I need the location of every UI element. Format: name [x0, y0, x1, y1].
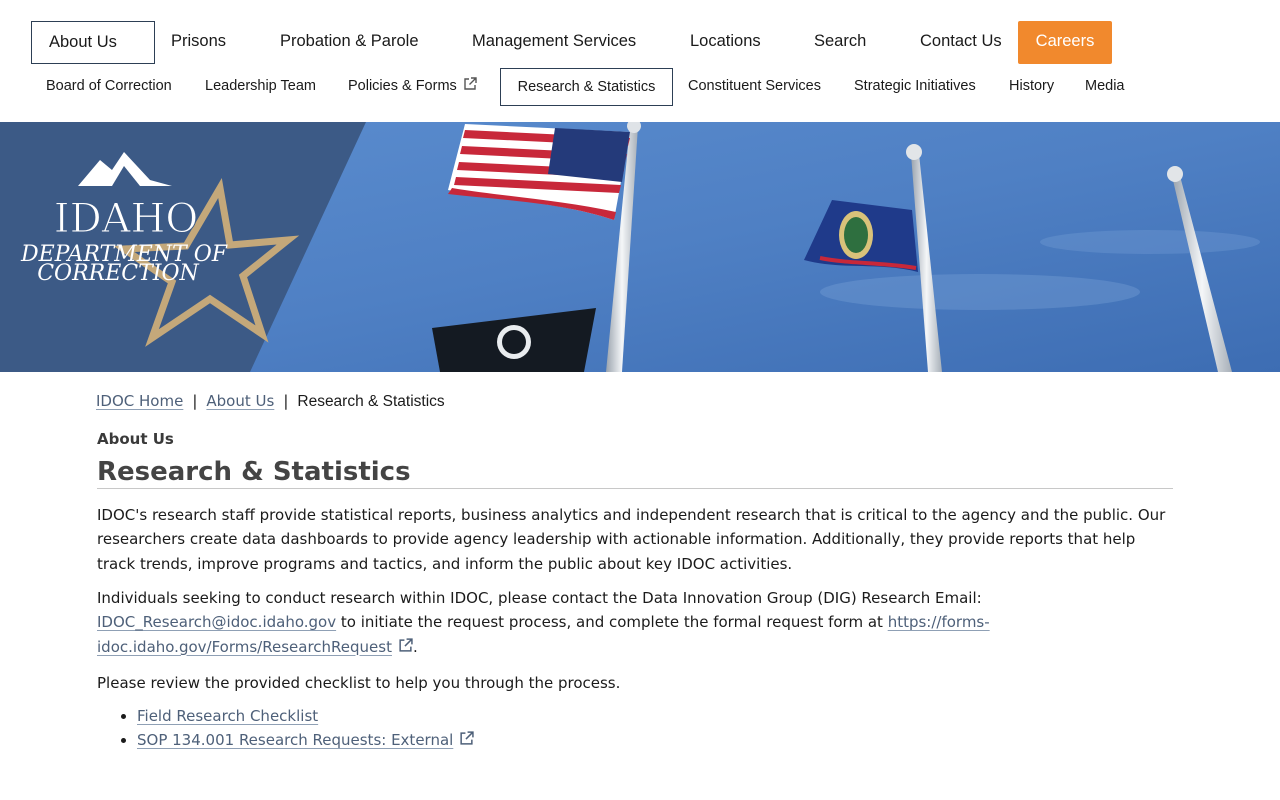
list-item: Field Research Checklist [137, 704, 474, 728]
resource-list: Field Research Checklist SOP 134.001 Res… [97, 704, 474, 752]
breadcrumb-separator: | [192, 392, 198, 410]
subnav-constituent-services[interactable]: Constituent Services [688, 68, 821, 106]
sop-link-label: SOP 134.001 Research Requests: External [137, 731, 454, 749]
breadcrumb-about-link[interactable]: About Us [206, 392, 274, 410]
list-item: SOP 134.001 Research Requests: External [137, 728, 474, 752]
subnav-media[interactable]: Media [1085, 68, 1125, 106]
subnav-research-statistics[interactable]: Research & Statistics [500, 68, 673, 106]
sop-research-requests-link[interactable]: SOP 134.001 Research Requests: External [137, 731, 474, 749]
intro-paragraph: IDOC's research staff provide statistica… [97, 506, 1166, 573]
hero-banner: IDAHO DEPARTMENT OF CORRECTION [0, 122, 1280, 372]
logo-subtitle-2: CORRECTION [37, 261, 199, 286]
field-research-checklist-link[interactable]: Field Research Checklist [137, 707, 318, 725]
contact-text-1: Individuals seeking to conduct research … [97, 589, 982, 607]
subnav-policies-forms-label: Policies & Forms [348, 78, 457, 94]
nav-management-services[interactable]: Management Services [472, 21, 636, 64]
main-nav: About Us Prisons Probation & Parole Mana… [0, 0, 1280, 64]
external-link-icon [460, 731, 474, 745]
page-title: Research & Statistics [97, 456, 1173, 489]
section-label: About Us [97, 430, 174, 448]
subnav-policies-forms[interactable]: Policies & Forms [348, 68, 477, 106]
subnav-board-of-correction[interactable]: Board of Correction [46, 68, 172, 106]
checklist-paragraph: Please review the provided checklist to … [97, 674, 621, 692]
subnav-strategic-initiatives[interactable]: Strategic Initiatives [854, 68, 976, 106]
nav-probation-parole[interactable]: Probation & Parole [280, 21, 419, 64]
research-email-link[interactable]: IDOC_Research@idoc.idaho.gov [97, 613, 336, 631]
flags-image: IDAHO DEPARTMENT OF CORRECTION [0, 122, 1280, 372]
nav-locations[interactable]: Locations [690, 21, 761, 64]
breadcrumb-separator: | [283, 392, 289, 410]
external-link-icon [399, 637, 413, 652]
sub-nav: Board of Correction Leadership Team Poli… [0, 64, 1280, 122]
subnav-history[interactable]: History [1009, 68, 1054, 106]
nav-prisons[interactable]: Prisons [171, 21, 226, 64]
breadcrumb-home-link[interactable]: IDOC Home [96, 392, 183, 410]
logo-title: IDAHO [54, 196, 198, 242]
contact-paragraph: Individuals seeking to conduct research … [97, 586, 1177, 659]
contact-text-end: . [412, 637, 418, 656]
breadcrumb-current: Research & Statistics [297, 393, 445, 410]
subnav-leadership-team[interactable]: Leadership Team [205, 68, 316, 106]
external-link-icon [464, 77, 477, 90]
nav-contact-us[interactable]: Contact Us [920, 21, 1002, 64]
nav-search[interactable]: Search [814, 21, 866, 64]
careers-button[interactable]: Careers [1018, 21, 1112, 64]
breadcrumb: IDOC Home | About Us | Research & Statistics [96, 390, 445, 412]
contact-text-2: to initiate the request process, and com… [336, 613, 888, 632]
nav-about-us[interactable]: About Us [31, 21, 155, 64]
